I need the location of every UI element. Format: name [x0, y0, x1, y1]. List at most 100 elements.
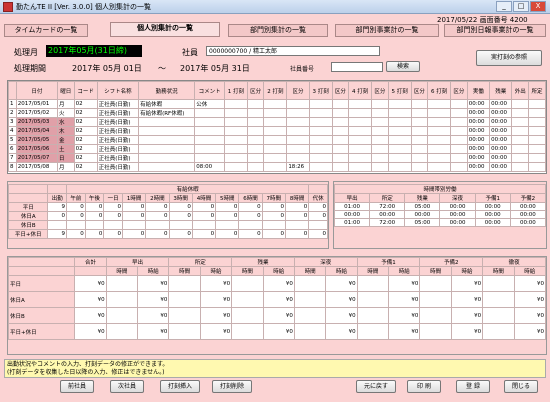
daily-cell[interactable]: 正社員(日勤)	[96, 126, 140, 136]
daily-cell[interactable]: 月	[56, 162, 75, 172]
daily-cell[interactable]: 00:00	[489, 162, 513, 172]
daily-cell[interactable]	[263, 135, 288, 145]
daily-cell[interactable]: 金	[56, 135, 75, 145]
register-button[interactable]: 登 録	[456, 380, 490, 393]
employee-select[interactable]: 0000000700 / 精工太郎	[206, 46, 380, 56]
daily-cell[interactable]	[511, 153, 530, 163]
daily-cell[interactable]	[331, 99, 350, 109]
daily-cell[interactable]: 正社員(日勤)	[96, 117, 140, 127]
daily-cell[interactable]	[308, 144, 333, 154]
delete-punch-button[interactable]: 打刻削除	[212, 380, 252, 393]
daily-cell[interactable]: 火	[56, 108, 75, 118]
daily-row[interactable]: 1 2017/05/01 月 02 正社員(日勤) 有給休暇 公休 00:00 00:00	[8, 99, 546, 109]
daily-row[interactable]: 2 2017/05/02 火 02 正社員(日勤) 有給休暇(RF休暇) 00:00 00:0…	[8, 108, 546, 118]
daily-cell[interactable]	[194, 108, 225, 118]
daily-cell[interactable]: 00:00	[489, 126, 513, 136]
daily-cell[interactable]: 00:00	[489, 99, 513, 109]
daily-cell[interactable]: 2017/05/08	[15, 162, 58, 172]
daily-cell[interactable]	[223, 126, 248, 136]
daily-cell[interactable]	[511, 135, 530, 145]
daily-cell[interactable]	[371, 108, 389, 118]
daily-cell[interactable]	[348, 153, 373, 163]
daily-cell[interactable]	[331, 117, 350, 127]
daily-cell[interactable]: 00:00	[466, 108, 491, 118]
daily-cell[interactable]	[427, 117, 452, 127]
daily-row[interactable]: 7 2017/05/07 日 02 正社員(日勤) 00:00 00:00	[8, 153, 546, 163]
daily-cell[interactable]: 正社員(日勤)	[96, 135, 140, 145]
daily-cell[interactable]	[371, 144, 389, 154]
daily-cell[interactable]: 日	[56, 153, 75, 163]
daily-cell[interactable]	[194, 126, 225, 136]
daily-cell[interactable]: 水	[56, 117, 75, 127]
daily-cell[interactable]: 02	[73, 108, 98, 118]
daily-cell[interactable]	[410, 144, 429, 154]
period-select[interactable]: 2017年05月(31日締)	[46, 45, 142, 57]
daily-cell[interactable]	[246, 135, 265, 145]
daily-cell[interactable]	[194, 153, 225, 163]
daily-cell[interactable]	[263, 108, 288, 118]
daily-cell[interactable]	[286, 108, 310, 118]
daily-cell[interactable]	[511, 99, 530, 109]
tab-timecard[interactable]: タイムカードの一覧	[4, 24, 88, 37]
daily-cell[interactable]	[387, 144, 412, 154]
daily-cell[interactable]	[138, 162, 196, 172]
daily-cell[interactable]	[528, 126, 546, 136]
print-button[interactable]: 印 刷	[407, 380, 441, 393]
daily-cell[interactable]: 02	[73, 117, 98, 127]
daily-cell[interactable]	[528, 108, 546, 118]
daily-cell[interactable]: 00:00	[489, 135, 513, 145]
daily-cell[interactable]	[223, 153, 248, 163]
insert-punch-button[interactable]: 打刻挿入	[160, 380, 200, 393]
daily-cell[interactable]	[348, 135, 373, 145]
daily-cell[interactable]	[308, 162, 333, 172]
daily-cell[interactable]	[427, 162, 452, 172]
daily-cell[interactable]	[450, 117, 468, 127]
daily-cell[interactable]: 18:26	[286, 162, 310, 172]
daily-cell[interactable]	[263, 126, 288, 136]
daily-cell[interactable]	[410, 126, 429, 136]
daily-cell[interactable]	[371, 153, 389, 163]
daily-cell[interactable]	[387, 126, 412, 136]
daily-cell[interactable]	[387, 117, 412, 127]
restore-button[interactable]: 元に戻す	[356, 380, 396, 393]
daily-cell[interactable]: 2017/05/04	[15, 126, 58, 136]
daily-cell[interactable]	[223, 99, 248, 109]
daily-cell[interactable]	[371, 126, 389, 136]
daily-cell[interactable]	[308, 135, 333, 145]
daily-cell[interactable]	[427, 153, 452, 163]
daily-cell[interactable]: 2	[8, 108, 17, 118]
daily-cell[interactable]	[286, 153, 310, 163]
daily-cell[interactable]: 02	[73, 99, 98, 109]
daily-cell[interactable]	[138, 117, 196, 127]
daily-cell[interactable]	[308, 99, 333, 109]
tab-individual-summary[interactable]: 個人別集計の一覧	[110, 22, 220, 37]
daily-cell[interactable]	[246, 153, 265, 163]
daily-row[interactable]: 4 2017/05/04 木 02 正社員(日勤) 00:00 00:00	[8, 126, 546, 136]
daily-cell[interactable]	[286, 99, 310, 109]
daily-cell[interactable]: 1	[8, 99, 17, 109]
daily-cell[interactable]	[371, 99, 389, 109]
daily-cell[interactable]	[450, 153, 468, 163]
daily-cell[interactable]	[371, 162, 389, 172]
daily-cell[interactable]	[528, 153, 546, 163]
daily-cell[interactable]	[194, 117, 225, 127]
daily-cell[interactable]: 2017/05/03	[15, 117, 58, 127]
daily-cell[interactable]: 7	[8, 153, 17, 163]
daily-cell[interactable]	[138, 144, 196, 154]
daily-cell[interactable]	[286, 135, 310, 145]
minimize-button[interactable]: _	[496, 1, 512, 12]
daily-cell[interactable]	[410, 153, 429, 163]
daily-cell[interactable]: 公休	[194, 99, 225, 109]
daily-cell[interactable]	[246, 162, 265, 172]
daily-cell[interactable]	[371, 117, 389, 127]
daily-cell[interactable]	[450, 99, 468, 109]
daily-cell[interactable]	[223, 144, 248, 154]
daily-cell[interactable]	[138, 135, 196, 145]
daily-cell[interactable]	[528, 117, 546, 127]
daily-cell[interactable]	[138, 153, 196, 163]
daily-cell[interactable]	[348, 144, 373, 154]
daily-cell[interactable]	[528, 99, 546, 109]
daily-cell[interactable]	[263, 117, 288, 127]
daily-cell[interactable]	[348, 126, 373, 136]
daily-cell[interactable]	[410, 108, 429, 118]
